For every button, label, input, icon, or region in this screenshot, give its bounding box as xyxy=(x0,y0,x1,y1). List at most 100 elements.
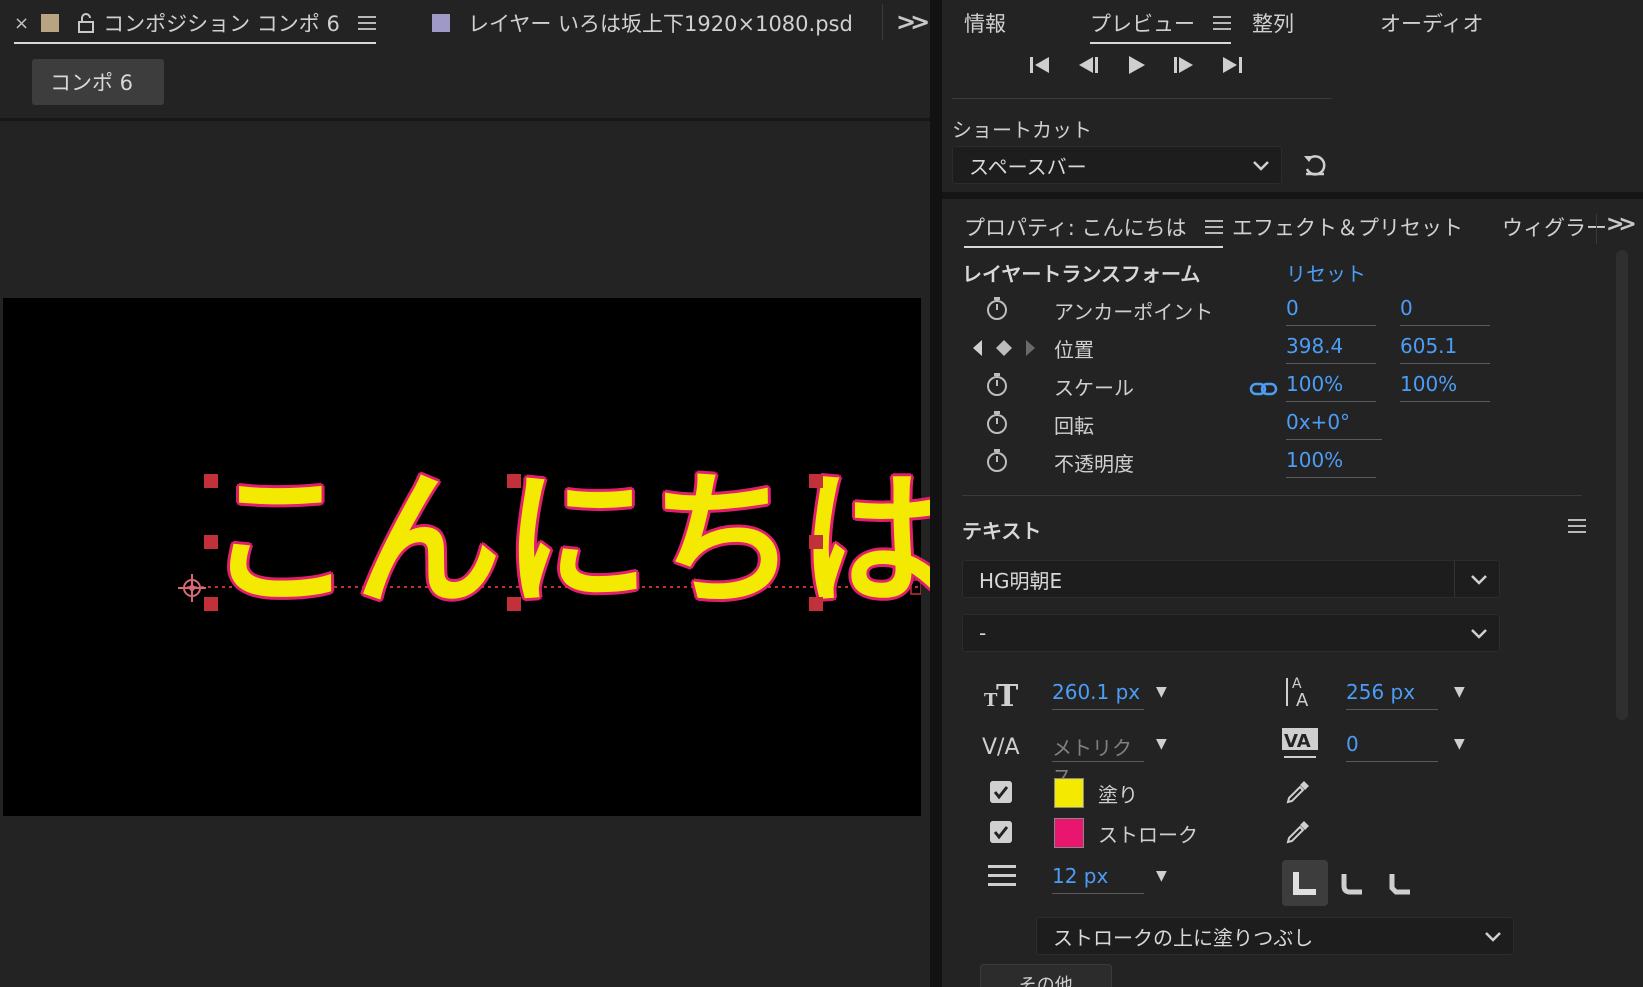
transform-handle[interactable] xyxy=(204,474,218,488)
position-x-value[interactable]: 398.4 xyxy=(1286,334,1376,364)
more-tabs-icon[interactable]: >> xyxy=(896,8,930,36)
transform-handle[interactable] xyxy=(204,597,218,611)
scale-y-value[interactable]: 100% xyxy=(1400,372,1490,402)
canvas-text-layer[interactable]: こんにちは xyxy=(207,466,947,616)
transform-handle[interactable] xyxy=(507,474,521,488)
stroke-order-value: ストロークの上に塗りつぶし xyxy=(1053,925,1314,950)
fill-label: 塗り xyxy=(1098,783,1138,807)
anchor-point-icon[interactable] xyxy=(178,574,206,602)
transform-handle[interactable] xyxy=(809,474,823,488)
close-icon[interactable]: × xyxy=(14,13,29,34)
reset-icon[interactable] xyxy=(1300,150,1330,180)
tab-info[interactable]: 情報 xyxy=(964,6,1006,40)
tab-effects-presets[interactable]: エフェクト＆プリセット xyxy=(1232,210,1463,244)
divider xyxy=(952,98,1332,99)
tab-wiggler[interactable]: ウィグラー xyxy=(1502,210,1607,244)
next-frame-icon[interactable] xyxy=(1171,52,1197,78)
position-y-value[interactable]: 605.1 xyxy=(1400,334,1490,364)
stopwatch-icon[interactable] xyxy=(984,448,1010,474)
constrain-proportions-icon[interactable] xyxy=(1249,380,1279,398)
tab-composition[interactable]: × コンポジション コンポ 6 xyxy=(14,6,376,44)
tab-align[interactable]: 整列 xyxy=(1252,6,1294,40)
fill-checkbox[interactable] xyxy=(990,781,1012,803)
transform-handle[interactable] xyxy=(809,535,823,549)
properties-scrollbar[interactable] xyxy=(1616,250,1628,720)
font-style-value: - xyxy=(979,621,987,645)
kerning-value[interactable]: メトリクス xyxy=(1052,732,1144,789)
reset-link[interactable]: リセット xyxy=(1286,258,1366,287)
eyedropper-icon[interactable] xyxy=(1284,818,1312,846)
chevron-down-icon xyxy=(1471,575,1487,585)
stroke-label: ストローク xyxy=(1098,823,1198,847)
tab-layer-label: レイヤー いろは坂上下1920×1080.psd xyxy=(468,12,853,36)
panel-menu-icon[interactable] xyxy=(357,16,376,30)
tab-preview[interactable]: プレビュー xyxy=(1090,6,1231,44)
previous-frame-icon[interactable] xyxy=(1075,52,1101,78)
stopwatch-icon[interactable] xyxy=(984,372,1010,398)
round-join-button[interactable] xyxy=(1330,860,1376,906)
first-frame-icon[interactable] xyxy=(1027,52,1053,78)
stopwatch-icon[interactable] xyxy=(984,410,1010,436)
dropdown-arrow-icon[interactable]: ▼ xyxy=(1454,684,1465,700)
composition-breadcrumb[interactable]: コンポ 6 xyxy=(32,59,164,105)
anchor-point-label: アンカーポイント xyxy=(1054,300,1214,324)
keyframe-navigator-icon[interactable] xyxy=(970,337,1038,359)
chevron-down-icon xyxy=(1485,932,1501,942)
rotation-label: 回転 xyxy=(1054,414,1094,438)
leading-value[interactable]: 256 px xyxy=(1346,680,1438,710)
svg-text:A: A xyxy=(1296,690,1309,710)
fill-color-swatch[interactable] xyxy=(1054,778,1084,808)
kerning-icon: V/A xyxy=(982,735,1020,760)
play-icon[interactable] xyxy=(1123,52,1149,78)
properties-tabbar: プロパティ: こんにちは エフェクト＆プリセット ウィグラー xyxy=(942,204,1643,250)
anchor-y-value[interactable]: 0 xyxy=(1400,296,1490,326)
unlock-icon[interactable] xyxy=(75,12,97,34)
shortcut-dropdown[interactable]: スペースバー xyxy=(952,146,1282,184)
tab-divider xyxy=(1596,214,1597,244)
font-family-dropdown[interactable]: HG明朝E xyxy=(962,560,1500,598)
stroke-color-swatch[interactable] xyxy=(1054,818,1084,848)
stroke-width-value[interactable]: 12 px xyxy=(1052,864,1144,894)
panel-menu-icon[interactable] xyxy=(1213,16,1231,30)
opacity-value[interactable]: 100% xyxy=(1286,448,1376,478)
last-frame-icon[interactable] xyxy=(1219,52,1245,78)
dropdown-arrow-icon[interactable]: ▼ xyxy=(1454,736,1465,752)
panel-splitter[interactable] xyxy=(930,0,942,987)
bevel-join-icon xyxy=(1389,874,1410,895)
stroke-checkbox[interactable] xyxy=(990,821,1012,843)
tab-properties[interactable]: プロパティ: こんにちは xyxy=(964,210,1223,248)
transform-handle[interactable] xyxy=(204,535,218,549)
transform-handle[interactable] xyxy=(507,597,521,611)
stroke-width-icon xyxy=(988,865,1016,886)
composition-icon xyxy=(41,14,60,32)
font-size-value[interactable]: 260.1 px xyxy=(1052,680,1144,710)
scale-x-value[interactable]: 100% xyxy=(1286,372,1376,402)
miter-join-button[interactable] xyxy=(1282,860,1328,906)
tab-layer[interactable]: レイヤー いろは坂上下1920×1080.psd xyxy=(432,6,853,40)
stopwatch-icon[interactable] xyxy=(984,296,1010,322)
opacity-label: 不透明度 xyxy=(1054,452,1134,476)
panel-menu-icon[interactable] xyxy=(1204,220,1223,234)
leading-icon: A A xyxy=(1286,676,1309,710)
dropdown-arrow-icon[interactable]: ▼ xyxy=(1156,736,1167,752)
more-options-button[interactable]: … その他 xyxy=(980,964,1112,987)
tab-audio[interactable]: オーディオ xyxy=(1380,6,1484,40)
section-menu-icon[interactable] xyxy=(1568,519,1586,533)
tab-divider xyxy=(882,4,883,40)
position-label: 位置 xyxy=(1054,338,1094,362)
tracking-value[interactable]: 0 xyxy=(1346,732,1438,762)
panel-divider xyxy=(942,192,1643,199)
stroke-order-dropdown[interactable]: ストロークの上に塗りつぶし xyxy=(1036,917,1514,955)
transform-handle[interactable] xyxy=(809,597,823,611)
bevel-join-button[interactable] xyxy=(1378,860,1424,906)
dropdown-arrow-icon[interactable]: ▼ xyxy=(1156,868,1167,884)
svg-text:VA: VA xyxy=(1284,731,1311,752)
dropdown-arrow-icon[interactable]: ▼ xyxy=(1156,684,1167,700)
chevron-down-icon xyxy=(1471,629,1487,639)
anchor-x-value[interactable]: 0 xyxy=(1286,296,1376,326)
font-style-dropdown[interactable]: - xyxy=(962,614,1500,652)
more-tabs-icon[interactable]: >> xyxy=(1606,212,1637,237)
divider xyxy=(962,495,1582,496)
rotation-value[interactable]: 0x+0° xyxy=(1286,410,1382,440)
eyedropper-icon[interactable] xyxy=(1284,778,1312,806)
